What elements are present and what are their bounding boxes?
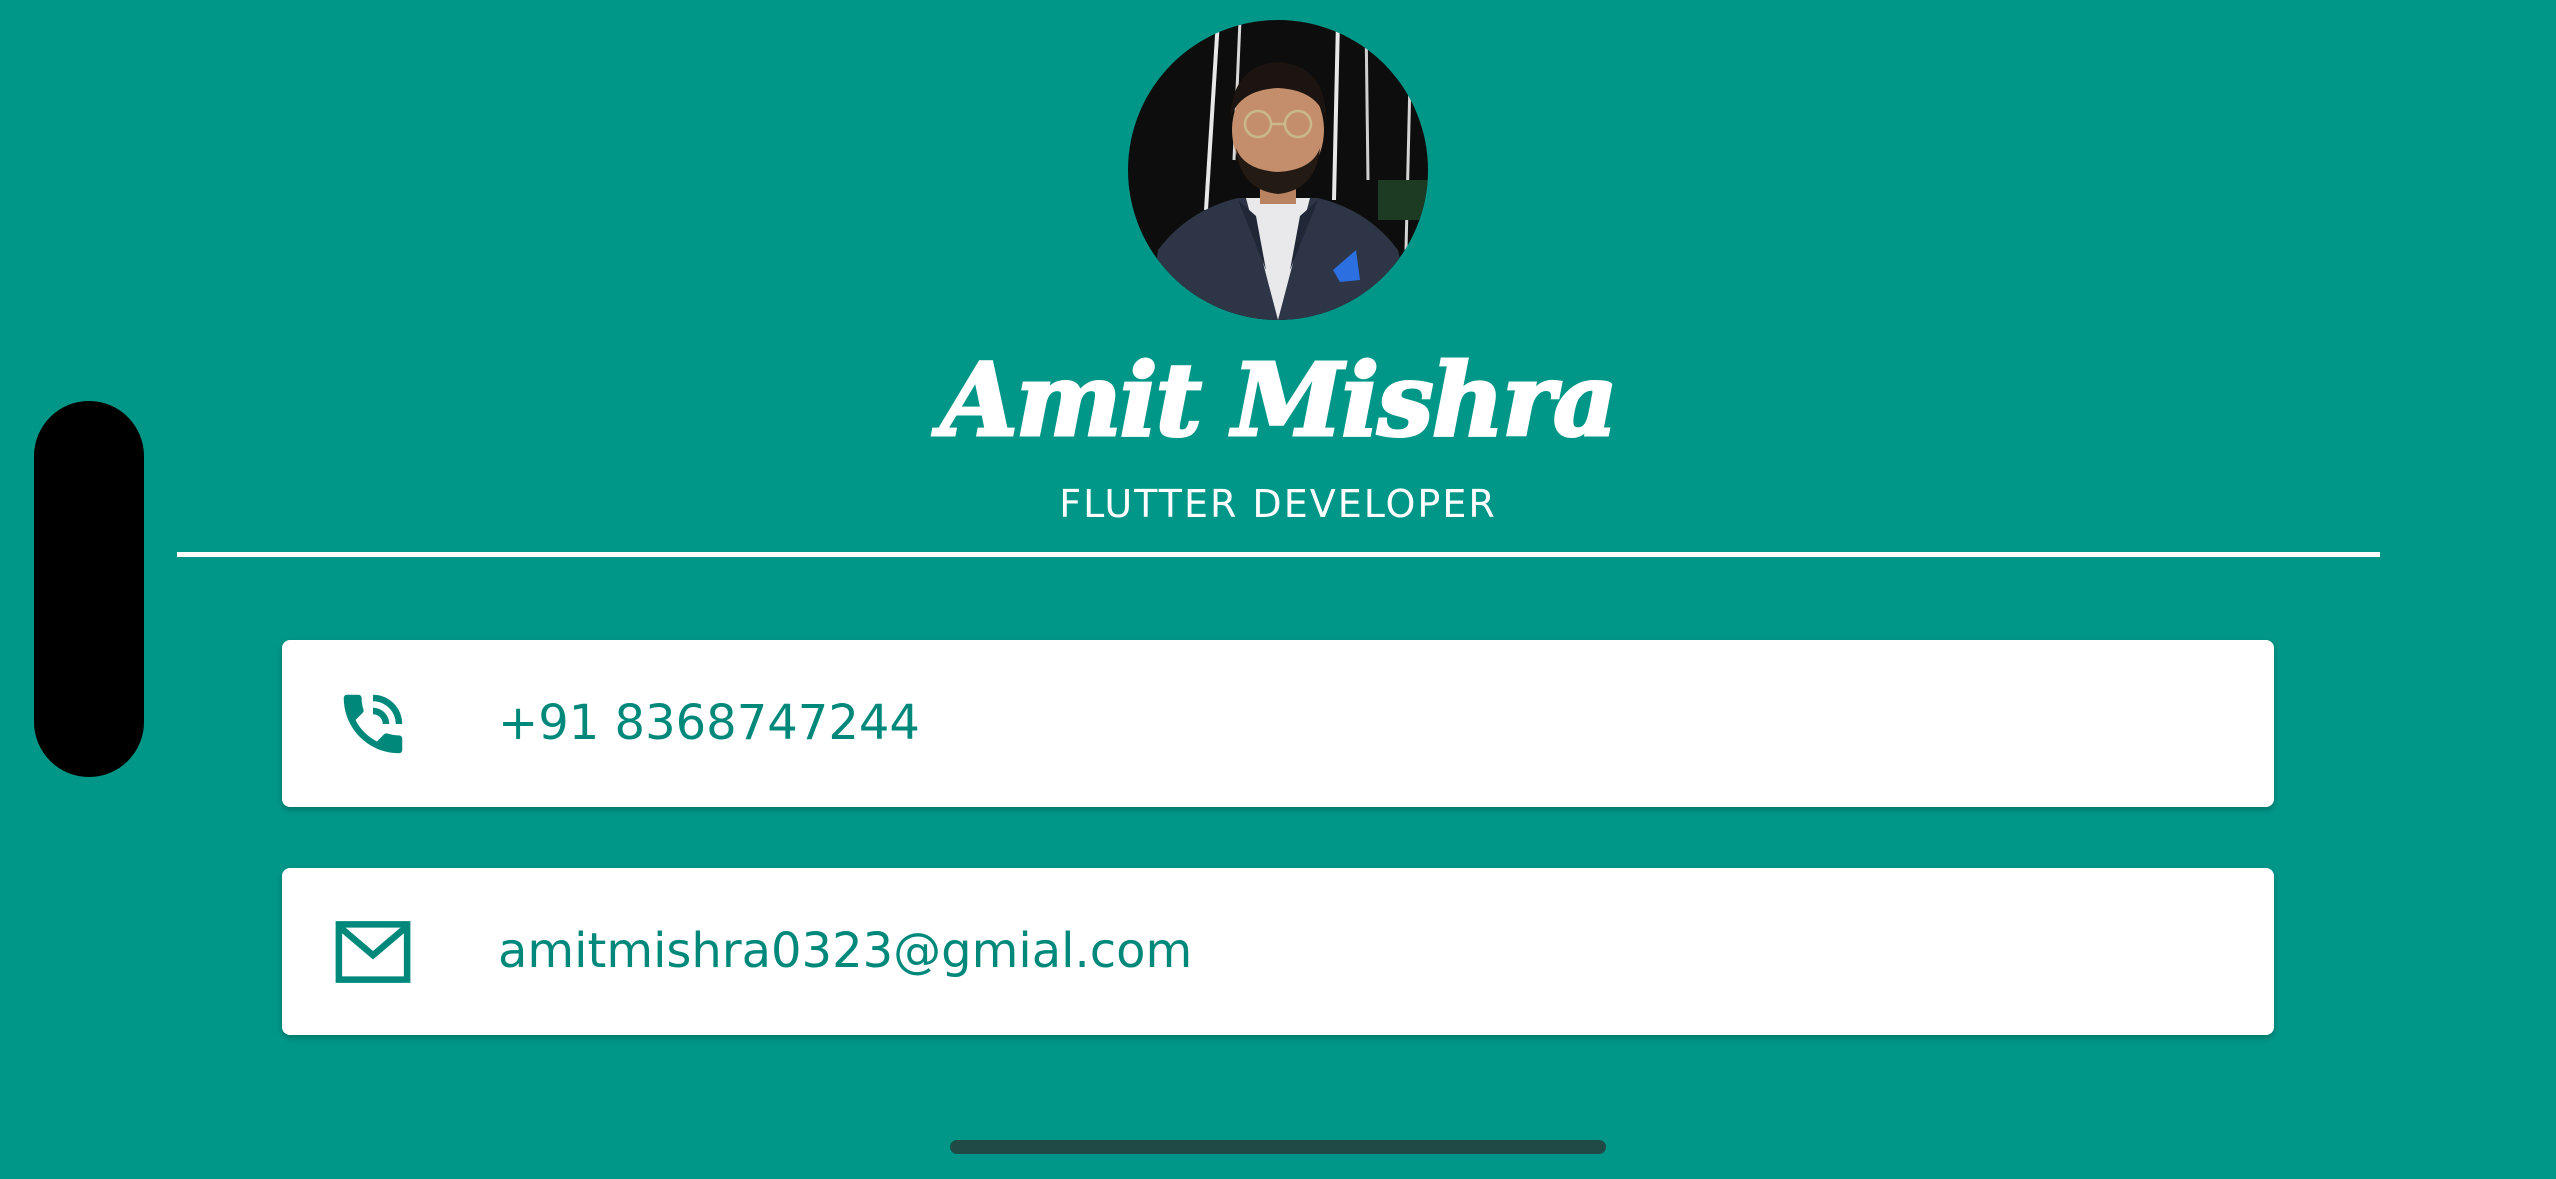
divider [177, 552, 2380, 557]
profile-name: Amit Mishra [939, 340, 1620, 461]
phone-card[interactable]: +91 8368747244 [282, 640, 2274, 807]
avatar [1128, 20, 1428, 320]
home-indicator[interactable] [950, 1140, 1606, 1154]
email-address: amitmishra0323@gmial.com [498, 923, 1193, 979]
phone-icon [334, 685, 412, 763]
profile-title: FLUTTER DEVELOPER [1059, 482, 1497, 526]
phone-number: +91 8368747244 [498, 695, 920, 751]
email-card[interactable]: amitmishra0323@gmial.com [282, 868, 2274, 1035]
avatar-photo [1128, 20, 1428, 320]
mail-icon [334, 913, 412, 991]
